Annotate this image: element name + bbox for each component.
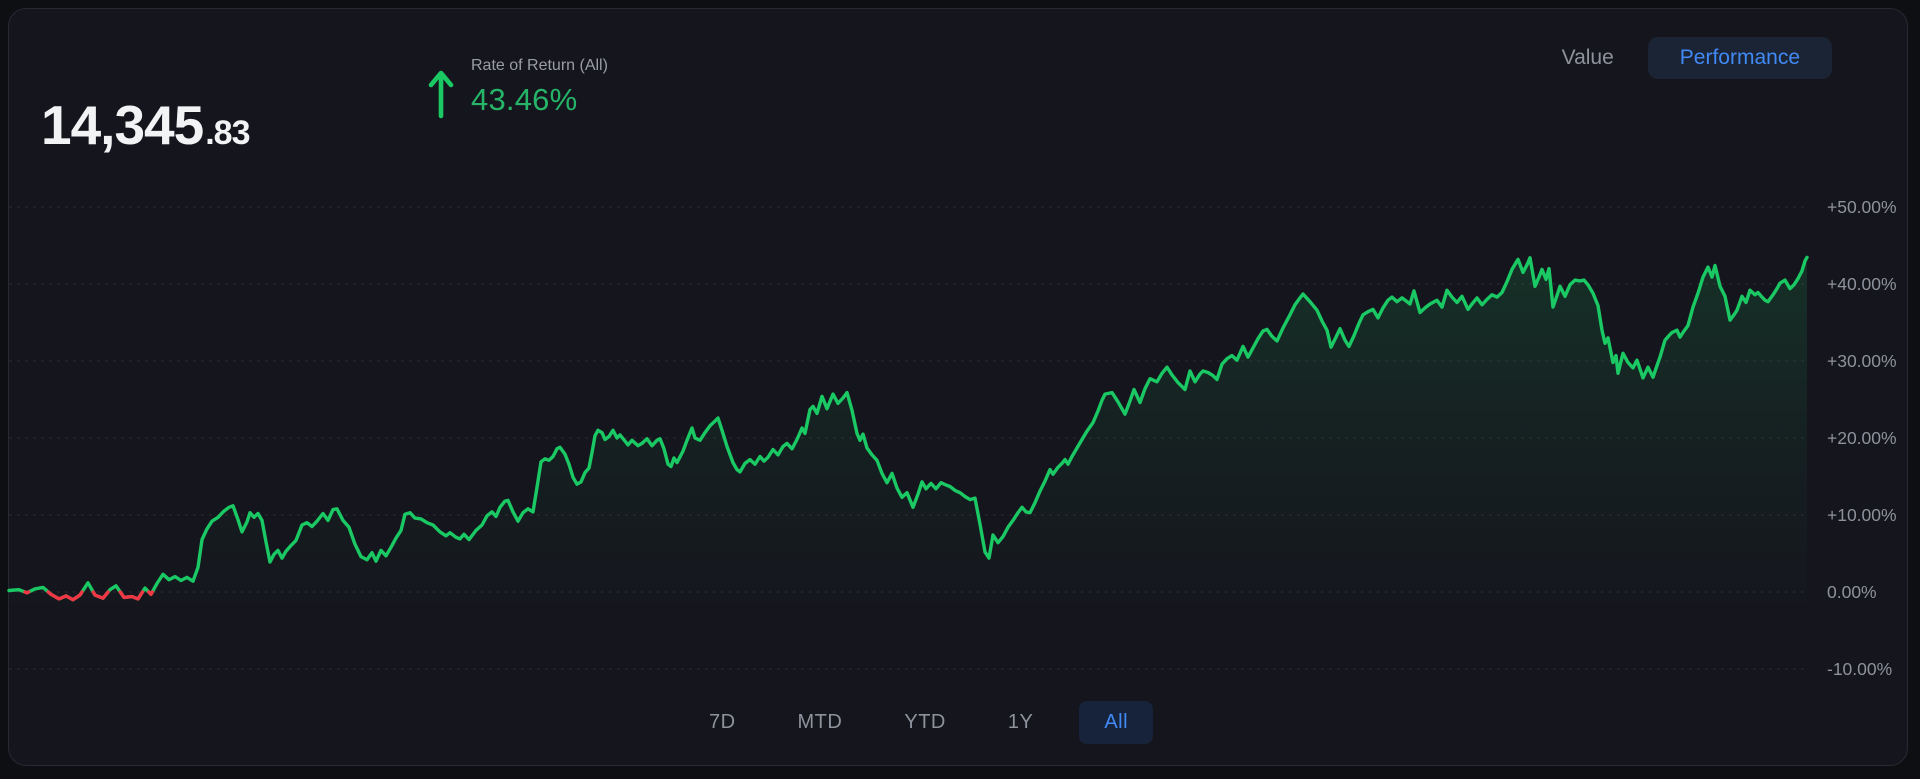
page-background: { "header": { "value_main": "14,345", "v… <box>0 0 1920 778</box>
range-button-mtd[interactable]: MTD <box>782 701 859 744</box>
y-tick-label: +10.00% <box>1827 505 1897 525</box>
y-tick-label: +40.00% <box>1827 274 1897 294</box>
performance-card: +50.00% +40.00% +30.00% +20.00% +10.00% 0.00%… <box>7 8 1908 766</box>
portfolio-value: 14,345 .83 <box>41 93 251 157</box>
y-tick-label: 0.00% <box>1827 582 1877 602</box>
y-axis-labels: +50.00% +40.00% +30.00% +20.00% +10.00% 0.00%… <box>1827 197 1897 679</box>
y-tick-label: +50.00% <box>1827 197 1897 217</box>
negative-line-segment <box>118 590 145 601</box>
up-arrow-icon <box>428 70 454 119</box>
y-tick-label: -10.00% <box>1827 659 1892 679</box>
range-button-all[interactable]: All <box>1079 701 1154 744</box>
rate-of-return-value: 43.46% <box>471 82 578 117</box>
view-toggle: Value Performance <box>1562 37 1832 79</box>
portfolio-value-fraction: .83 <box>205 114 250 152</box>
tab-performance[interactable]: Performance <box>1647 37 1832 79</box>
range-button-ytd[interactable]: YTD <box>888 701 962 744</box>
range-button-7d[interactable]: 7D <box>693 701 752 744</box>
rate-of-return-label: Rate of Return (All) <box>471 57 608 74</box>
chart-area-fill <box>9 257 1807 669</box>
chart-area[interactable]: +50.00% +40.00% +30.00% +20.00% +10.00% 0.00%… <box>1 1 1920 779</box>
negative-line-segment <box>147 590 154 596</box>
tab-value[interactable]: Value <box>1562 46 1614 70</box>
range-selector: 7D MTD YTD 1Y All <box>693 701 1154 744</box>
negative-line-segment <box>23 590 31 595</box>
portfolio-value-main: 14,345 <box>41 94 204 156</box>
range-button-1y[interactable]: 1Y <box>992 701 1049 744</box>
y-tick-label: +20.00% <box>1827 428 1897 448</box>
rate-of-return-block: Rate of Return (All) 43.46% <box>427 57 608 120</box>
performance-series <box>7 255 1809 669</box>
y-tick-label: +30.00% <box>1827 351 1897 371</box>
